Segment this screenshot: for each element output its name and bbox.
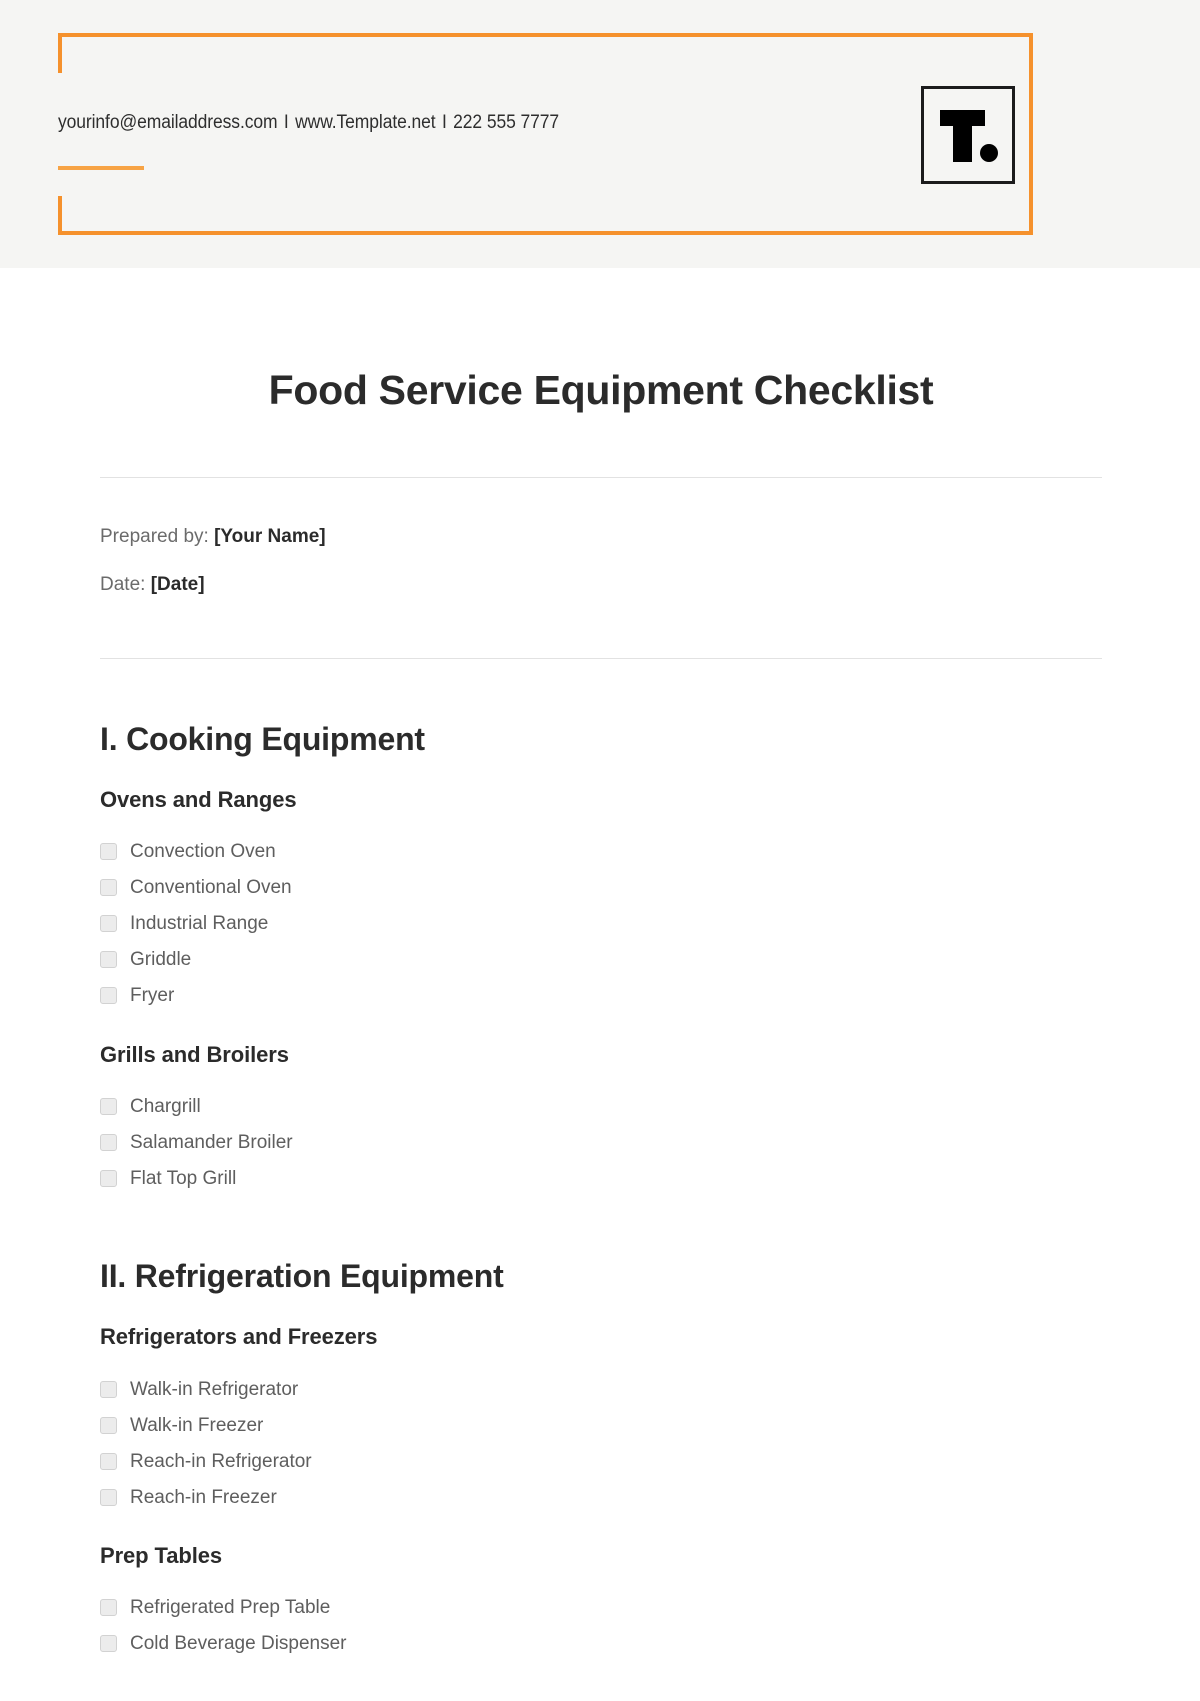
list-item-label: Refrigerated Prep Table xyxy=(130,1597,331,1619)
logo-dot-icon xyxy=(980,144,998,162)
contact-separator-2: I xyxy=(441,112,447,133)
list-item[interactable]: Salamander Broiler xyxy=(100,1124,1102,1160)
meta-date-value[interactable]: [Date] xyxy=(151,574,205,595)
list-item[interactable]: Walk-in Freezer xyxy=(100,1407,1102,1443)
checkbox-icon[interactable] xyxy=(100,1452,117,1470)
list-item-label: Fryer xyxy=(130,985,175,1007)
list-item[interactable]: Chargrill xyxy=(100,1088,1102,1124)
list-item[interactable]: Refrigerated Prep Table xyxy=(100,1590,1102,1626)
header-frame-right-border xyxy=(1029,33,1033,235)
checkbox-icon[interactable] xyxy=(100,843,117,861)
checklist-prep-tables: Refrigerated Prep Table Cold Beverage Di… xyxy=(100,1590,1102,1662)
list-item-label: Conventional Oven xyxy=(130,877,292,899)
page-title: Food Service Equipment Checklist xyxy=(268,367,934,413)
meta-date-label: Date: xyxy=(100,573,146,595)
list-item[interactable]: Flat Top Grill xyxy=(100,1160,1102,1196)
list-item[interactable]: Griddle xyxy=(100,942,1102,978)
checkbox-icon[interactable] xyxy=(100,879,117,897)
meta-prepared-by: Prepared by: [Your Name] xyxy=(100,523,1102,551)
template-net-logo xyxy=(921,86,1015,184)
section-heading: I. Cooking Equipment xyxy=(100,721,425,758)
list-item-label: Walk-in Refrigerator xyxy=(130,1378,299,1400)
checkbox-icon[interactable] xyxy=(100,1635,117,1653)
list-item-label: Griddle xyxy=(130,949,192,971)
checkbox-icon[interactable] xyxy=(100,1133,117,1151)
list-item-label: Cold Beverage Dispenser xyxy=(130,1633,347,1655)
subsection-heading-refrigerators-and-freezers: Refrigerators and Freezers xyxy=(100,1324,378,1350)
list-item-label: Chargrill xyxy=(130,1095,201,1117)
checkbox-icon[interactable] xyxy=(100,987,117,1005)
meta-prepared-by-value[interactable]: [Your Name] xyxy=(214,526,326,547)
meta-divider xyxy=(100,658,1102,660)
contact-phone: 222 555 7777 xyxy=(453,112,559,133)
section-heading: II. Refrigeration Equipment xyxy=(100,1258,504,1295)
document-content: Food Service Equipment Checklist Prepare… xyxy=(98,366,1102,1662)
subsection-heading-ovens-and-ranges: Ovens and Ranges xyxy=(100,787,297,813)
list-item-label: Convection Oven xyxy=(130,841,276,863)
section-refrigeration-equipment: II. Refrigeration Equipment Refrigerator… xyxy=(100,1256,1102,1661)
checkbox-icon[interactable] xyxy=(100,1380,117,1398)
logo-letter-t-stem-icon xyxy=(953,110,972,162)
list-item-label: Flat Top Grill xyxy=(130,1167,237,1189)
list-item-label: Salamander Broiler xyxy=(130,1131,293,1153)
list-item[interactable]: Walk-in Refrigerator xyxy=(100,1371,1102,1407)
checklist-refrigerators-and-freezers: Walk-in Refrigerator Walk-in Freezer Rea… xyxy=(100,1371,1102,1515)
checkbox-icon[interactable] xyxy=(100,1416,117,1434)
list-item-label: Reach-in Refrigerator xyxy=(130,1450,312,1472)
checkbox-icon[interactable] xyxy=(100,1169,117,1187)
list-item[interactable]: Industrial Range xyxy=(100,906,1102,942)
meta-prepared-by-label: Prepared by: xyxy=(100,526,209,548)
contact-email: yourinfo@emailaddress.com xyxy=(58,112,278,133)
checklist-ovens-and-ranges: Convection Oven Conventional Oven Indust… xyxy=(100,834,1102,1014)
list-item-label: Reach-in Freezer xyxy=(130,1486,277,1508)
section-cooking-equipment: I. Cooking Equipment Ovens and Ranges Co… xyxy=(100,719,1102,1196)
checkbox-icon[interactable] xyxy=(100,1599,117,1617)
checklist-grills-and-broilers: Chargrill Salamander Broiler Flat Top Gr… xyxy=(100,1088,1102,1196)
list-item-label: Walk-in Freezer xyxy=(130,1414,264,1436)
header-frame-left-bottom-bracket xyxy=(58,196,62,235)
checkbox-icon[interactable] xyxy=(100,1097,117,1115)
meta-date: Date: [Date] xyxy=(100,571,1102,599)
document-meta: Prepared by: [Your Name] Date: [Date] xyxy=(100,523,1102,598)
checkbox-icon[interactable] xyxy=(100,1488,117,1506)
list-item[interactable]: Conventional Oven xyxy=(100,870,1102,906)
list-item[interactable]: Convection Oven xyxy=(100,834,1102,870)
list-item-label: Industrial Range xyxy=(130,913,269,935)
header-contact-line: yourinfo@emailaddress.com Iwww.Template.n… xyxy=(58,112,559,134)
list-item[interactable]: Fryer xyxy=(100,978,1102,1014)
contact-website: www.Template.net xyxy=(295,112,436,133)
title-divider xyxy=(100,477,1102,479)
document-header: yourinfo@emailaddress.com Iwww.Template.n… xyxy=(0,0,1200,268)
subsection-heading-prep-tables: Prep Tables xyxy=(100,1543,222,1569)
header-frame-bottom-border xyxy=(58,231,1033,235)
header-frame-left-top-bracket xyxy=(58,33,62,73)
list-item[interactable]: Reach-in Refrigerator xyxy=(100,1443,1102,1479)
list-item[interactable]: Cold Beverage Dispenser xyxy=(100,1626,1102,1662)
contact-separator-1: I xyxy=(283,112,289,133)
checkbox-icon[interactable] xyxy=(100,915,117,933)
list-item[interactable]: Reach-in Freezer xyxy=(100,1479,1102,1515)
header-frame-top-border xyxy=(58,33,1033,37)
subsection-heading-grills-and-broilers: Grills and Broilers xyxy=(100,1041,289,1067)
logo-inner xyxy=(924,89,1012,181)
header-accent-underline xyxy=(58,166,144,170)
checkbox-icon[interactable] xyxy=(100,951,117,969)
document-body: Food Service Equipment Checklist Prepare… xyxy=(0,366,1200,1662)
